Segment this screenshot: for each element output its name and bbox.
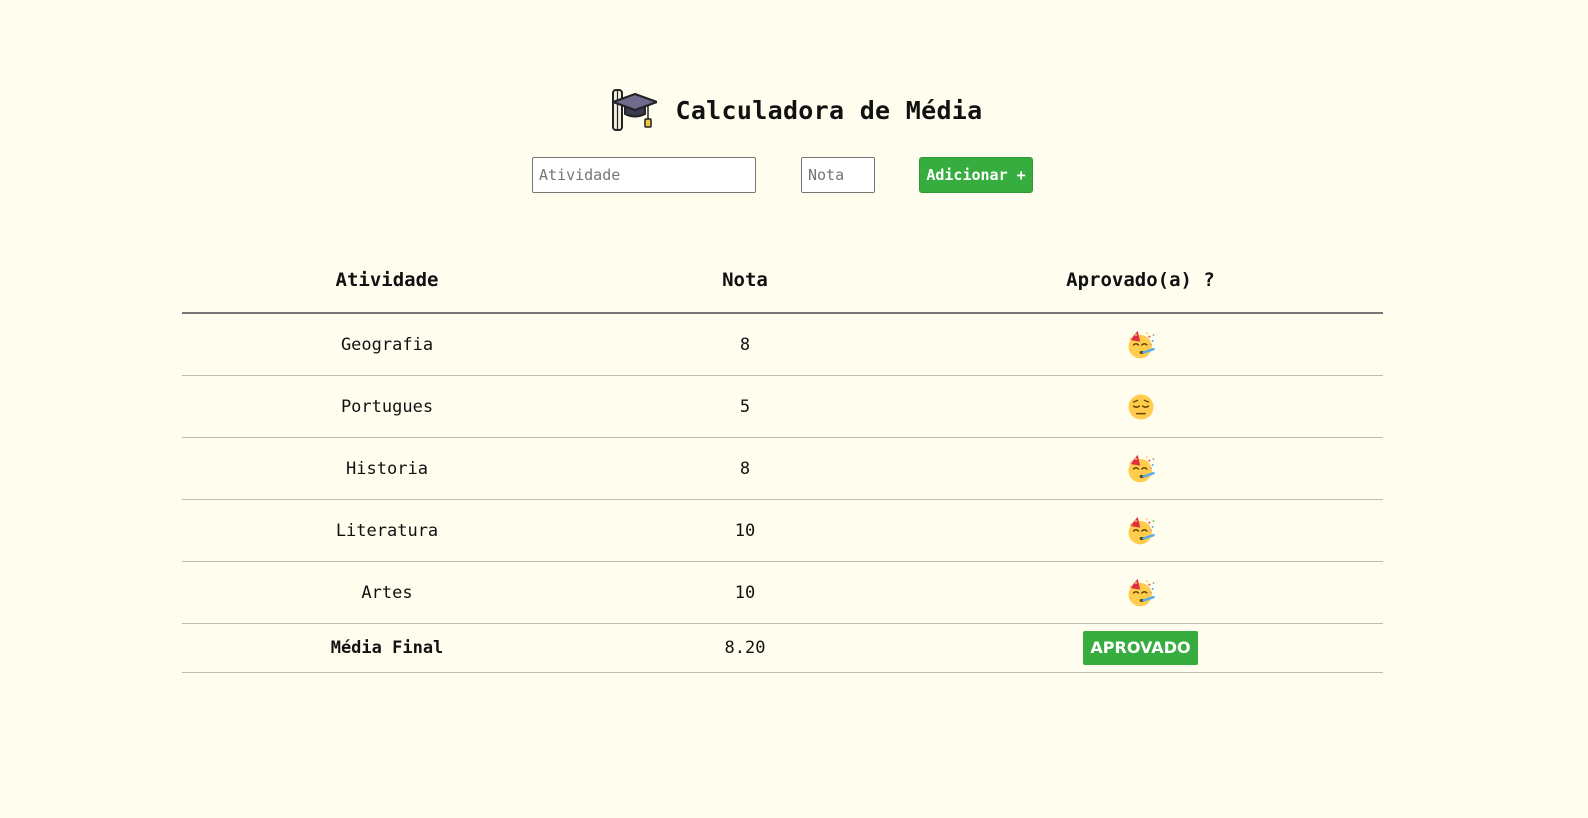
app-header: Calculadora de Média — [0, 84, 1588, 136]
activity-cell: Portugues — [182, 375, 592, 438]
add-activity-form: Adicionar + — [0, 157, 1588, 195]
party-face-icon — [1126, 330, 1156, 360]
final-average-label: Média Final — [182, 623, 592, 673]
status-cell — [898, 313, 1383, 376]
column-header-approved: Aprovado(a) ? — [898, 248, 1383, 314]
table-row: Historia 8 — [182, 437, 1383, 500]
final-status-cell: APROVADO — [898, 623, 1383, 673]
grade-cell: 5 — [592, 375, 898, 438]
grades-table: Atividade Nota Aprovado(a) ? Geografia 8… — [182, 248, 1383, 673]
activity-cell: Geografia — [182, 313, 592, 376]
table-row: Geografia 8 — [182, 313, 1383, 376]
column-header-grade: Nota — [592, 248, 898, 314]
grade-input[interactable] — [801, 157, 875, 193]
table-row: Artes 10 — [182, 561, 1383, 624]
grades-table-container: Atividade Nota Aprovado(a) ? Geografia 8… — [182, 248, 1383, 673]
column-header-activity: Atividade — [182, 248, 592, 314]
status-cell — [898, 561, 1383, 624]
final-average-row: Média Final 8.20 APROVADO — [182, 623, 1383, 673]
status-badge: APROVADO — [1083, 631, 1198, 665]
activity-cell: Literatura — [182, 499, 592, 562]
activity-input[interactable] — [532, 157, 756, 193]
activity-cell: Historia — [182, 437, 592, 500]
grade-cell: 10 — [592, 561, 898, 624]
party-face-icon — [1126, 516, 1156, 546]
status-cell — [898, 499, 1383, 562]
table-header-row: Atividade Nota Aprovado(a) ? — [182, 248, 1383, 314]
grade-cell: 8 — [592, 437, 898, 500]
status-cell — [898, 437, 1383, 500]
party-face-icon — [1126, 578, 1156, 608]
final-average-value: 8.20 — [592, 623, 898, 673]
pensive-face-icon — [1126, 392, 1156, 422]
page-title: Calculadora de Média — [675, 95, 983, 125]
grade-cell: 8 — [592, 313, 898, 376]
graduation-cap-icon — [612, 89, 658, 131]
grade-cell: 10 — [592, 499, 898, 562]
party-face-icon — [1126, 454, 1156, 484]
table-row: Portugues 5 — [182, 375, 1383, 438]
status-cell — [898, 375, 1383, 438]
table-row: Literatura 10 — [182, 499, 1383, 562]
add-button[interactable]: Adicionar + — [919, 157, 1033, 193]
activity-cell: Artes — [182, 561, 592, 624]
